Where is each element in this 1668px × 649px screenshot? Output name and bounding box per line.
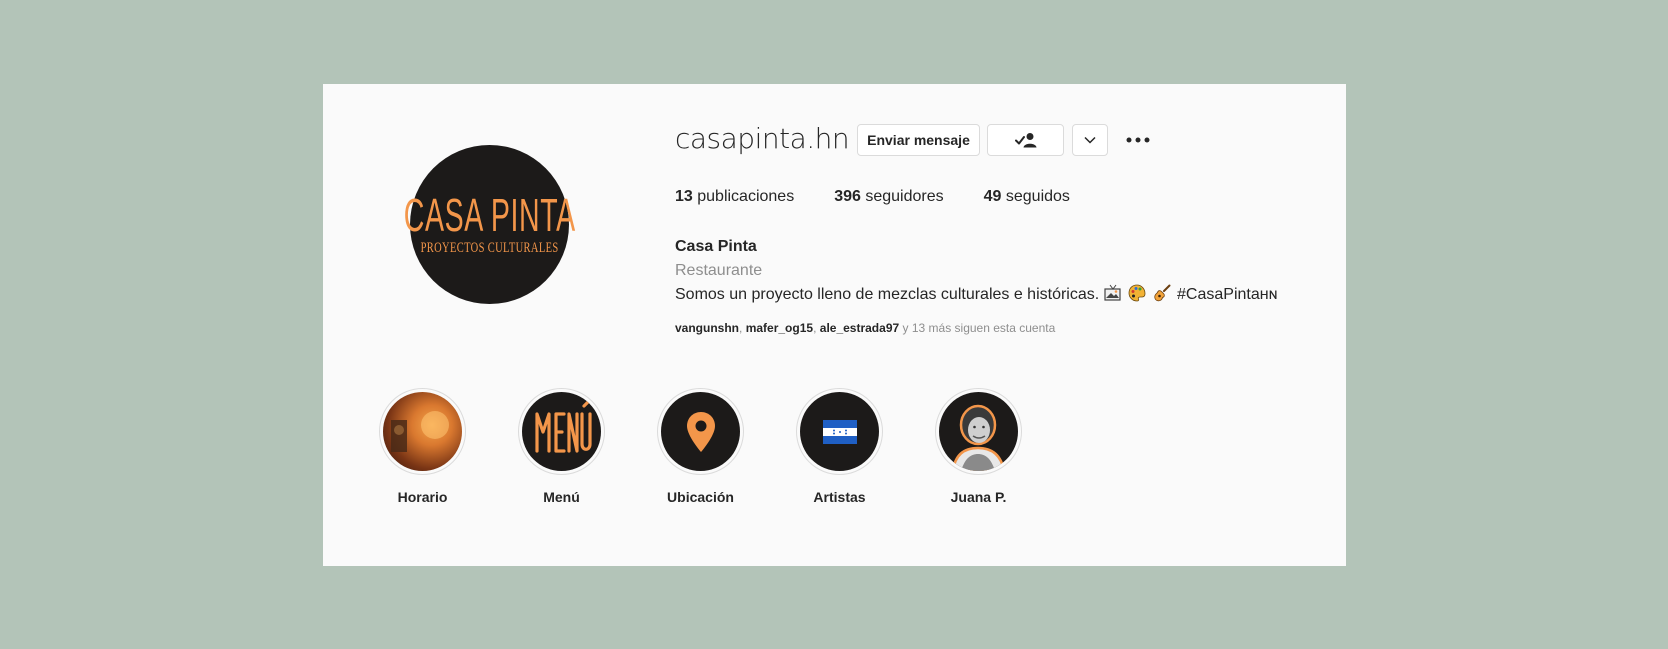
profile-stats: 13 publicaciones 396 seguidores 49 segui… [675,188,1110,206]
profile-bio: Casa Pinta Restaurante Somos un proyecto… [675,235,1277,307]
highlight-artistas[interactable]: Artistas [796,388,883,505]
followed-by-text: vangunshn, mafer_og15, ale_estrada97 y 1… [675,321,1055,335]
painting-emoji-icon [1104,284,1121,301]
honduras-flag-icon [822,419,857,444]
followed-by-separator: , [813,321,817,335]
avatar-title: CASA PINTA [403,189,576,241]
bio-hashtag-link[interactable]: #CasaPintaʜɴ [1177,286,1277,303]
person-check-icon [1014,133,1036,148]
highlight-ring [379,388,466,475]
following-button[interactable] [987,124,1064,156]
posts-label: publicaciones [692,188,795,205]
highlight-cover-image [383,392,462,471]
profile-name: Casa Pinta [675,238,757,255]
palette-emoji-icon [1128,284,1146,302]
profile-category: Restaurante [675,262,763,279]
followed-by-suffix: y 13 más siguen esta cuenta [899,321,1056,335]
lamp-photo-icon [391,411,449,452]
menu-text-icon [535,399,592,453]
send-message-button[interactable]: Enviar mensaje [857,124,980,156]
avatar-subtitle: PROYECTOS CULTURALES [420,240,559,256]
follower-link[interactable]: vangunshn [675,321,739,335]
highlight-label: Ubicación [667,489,734,505]
highlight-label: Artistas [813,489,866,505]
username: casapinta.hn [675,122,850,155]
highlight-cover-image [939,392,1018,471]
highlight-horario[interactable]: Horario [379,388,466,505]
highlight-ring [796,388,883,475]
highlight-label: Horario [397,489,448,505]
profile-avatar[interactable]: CASA PINTA PROYECTOS CULTURALES [403,145,575,304]
chevron-down-icon [1084,136,1096,144]
location-pin-icon [686,411,715,452]
followers-label: seguidores [860,188,944,205]
highlight-menu[interactable]: Menú [518,388,605,505]
highlight-ring [657,388,744,475]
followed-by-separator: , [739,321,743,335]
guitar-emoji-icon [1153,284,1171,302]
highlight-juana[interactable]: Juana P. [935,388,1022,505]
highlight-ring [935,388,1022,475]
highlight-ubicacion[interactable]: Ubicación [657,388,744,505]
follower-link[interactable]: mafer_og15 [746,321,813,335]
suggestions-dropdown-button[interactable] [1072,124,1108,156]
followers-stat[interactable]: 396 seguidores [834,188,943,206]
portrait-photo-icon [951,404,1006,471]
following-count: 49 [983,188,1002,205]
followers-count: 396 [834,188,861,205]
bio-text: Somos un proyecto lleno de mezclas cultu… [675,286,1100,303]
profile-card: CASA PINTA PROYECTOS CULTURALES casapint… [323,84,1346,566]
highlight-cover-image [661,392,740,471]
highlight-ring [518,388,605,475]
follower-link[interactable]: ale_estrada97 [820,321,899,335]
more-options-icon [1126,137,1150,143]
posts-stat: 13 publicaciones [675,188,794,206]
story-highlights: Horario Menú Ubicación Artistas Juana P. [379,388,1074,505]
bio-text-line: Somos un proyecto lleno de mezclas cultu… [675,283,1277,307]
following-label: seguidos [1001,188,1070,205]
highlight-label: Juana P. [950,489,1007,505]
highlight-label: Menú [543,489,580,505]
posts-count: 13 [675,188,693,205]
following-stat[interactable]: 49 seguidos [984,188,1070,206]
highlight-cover-image [800,392,879,471]
highlight-cover-image [522,392,601,471]
more-options-button[interactable] [1124,126,1152,154]
